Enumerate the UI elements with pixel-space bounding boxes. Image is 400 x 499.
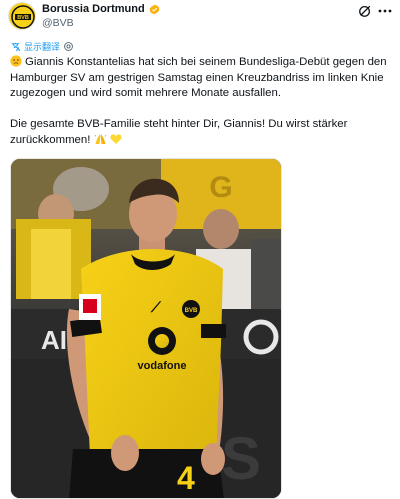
svg-text:BVB: BVB: [17, 15, 29, 21]
tweet-paragraph-2-text: Die gesamte BVB-Familie steht hinter Dir…: [10, 118, 348, 146]
shorts-number: 4: [177, 460, 195, 496]
verified-badge-icon: [149, 4, 160, 14]
svg-text:S: S: [221, 425, 261, 492]
account-handle[interactable]: @BVB: [42, 17, 74, 29]
tweet-header: BVB Borussia Dortmund @BVB: [0, 0, 400, 36]
show-translation-link[interactable]: 显示翻译: [10, 40, 74, 53]
shirt-sponsor-label: vodafone: [138, 360, 187, 372]
more-options-icon[interactable]: [378, 6, 392, 16]
yellow-heart-emoji-icon: [110, 133, 122, 144]
tweet-paragraph-2: Die gesamte BVB-Familie steht hinter Dir…: [10, 117, 394, 148]
puma-logo: ⟋: [150, 299, 162, 315]
tweet-paragraph-1-text: Giannis Konstantelias hat sich bei seine…: [10, 56, 387, 99]
account-name[interactable]: Borussia Dortmund: [42, 3, 145, 15]
show-translation-label[interactable]: 显示翻译: [24, 40, 60, 53]
tweet-text: Giannis Konstantelias hat sich bei seine…: [10, 55, 394, 148]
folded-hands-emoji-icon: [94, 133, 106, 144]
svg-text:G: G: [209, 171, 232, 204]
translate-icon: [11, 42, 21, 52]
account-avatar[interactable]: BVB: [8, 2, 36, 30]
grok-icon[interactable]: [358, 4, 372, 18]
tweet-paragraph-1: Giannis Konstantelias hat sich bei seine…: [10, 55, 394, 102]
stadium-board-letters: AI: [41, 325, 67, 355]
tweet-photo[interactable]: G AI S ⟋ BVB vodafone 4: [10, 158, 282, 499]
player-photo-image: G AI S ⟋ BVB vodafone 4: [11, 159, 281, 498]
shirt-crest-label: BVB: [185, 308, 198, 314]
sad-face-emoji-icon: [10, 55, 22, 67]
gear-icon[interactable]: [63, 41, 74, 52]
bvb-logo-icon: BVB: [9, 3, 35, 29]
